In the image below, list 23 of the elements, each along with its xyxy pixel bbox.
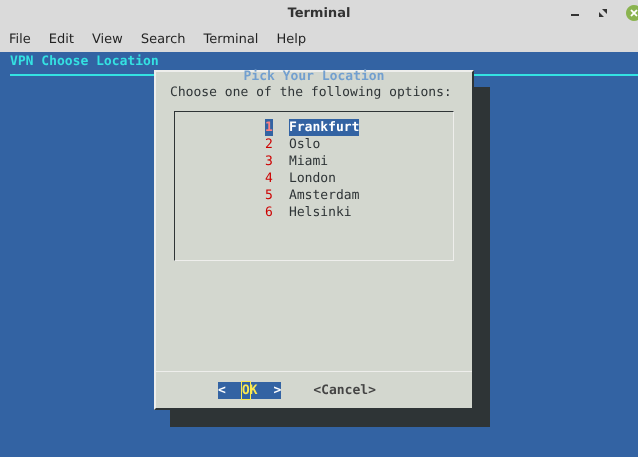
- option-label[interactable]: Frankfurt: [289, 119, 360, 136]
- option-label[interactable]: Oslo: [289, 136, 320, 153]
- menu-item[interactable]: Edit: [48, 32, 74, 46]
- backtitle: VPN Choose Location: [9, 53, 160, 70]
- option-number[interactable]: 5: [265, 187, 273, 204]
- menu-item[interactable]: Terminal: [203, 32, 258, 46]
- dialog-prompt: Choose one of the following options:: [169, 84, 453, 101]
- option-number[interactable]: 3: [265, 153, 273, 170]
- menu-item[interactable]: File: [9, 32, 31, 46]
- cancel-button[interactable]: <Cancel>: [313, 382, 376, 398]
- option-label[interactable]: London: [289, 170, 336, 187]
- option-label[interactable]: Amsterdam: [289, 187, 360, 204]
- option-number[interactable]: 6: [265, 204, 273, 221]
- option-number[interactable]: 4: [265, 170, 273, 187]
- menu-item[interactable]: Search: [140, 32, 186, 46]
- menu-item[interactable]: View: [92, 32, 123, 46]
- option-label[interactable]: Miami: [289, 153, 328, 170]
- option-label[interactable]: Helsinki: [289, 204, 352, 221]
- option-number[interactable]: 2: [265, 136, 273, 153]
- window-title: Terminal: [288, 6, 350, 20]
- dialog-title: Pick Your Location: [242, 70, 386, 84]
- maximize-icon[interactable]: [598, 8, 608, 18]
- menu-item[interactable]: Help: [276, 32, 306, 46]
